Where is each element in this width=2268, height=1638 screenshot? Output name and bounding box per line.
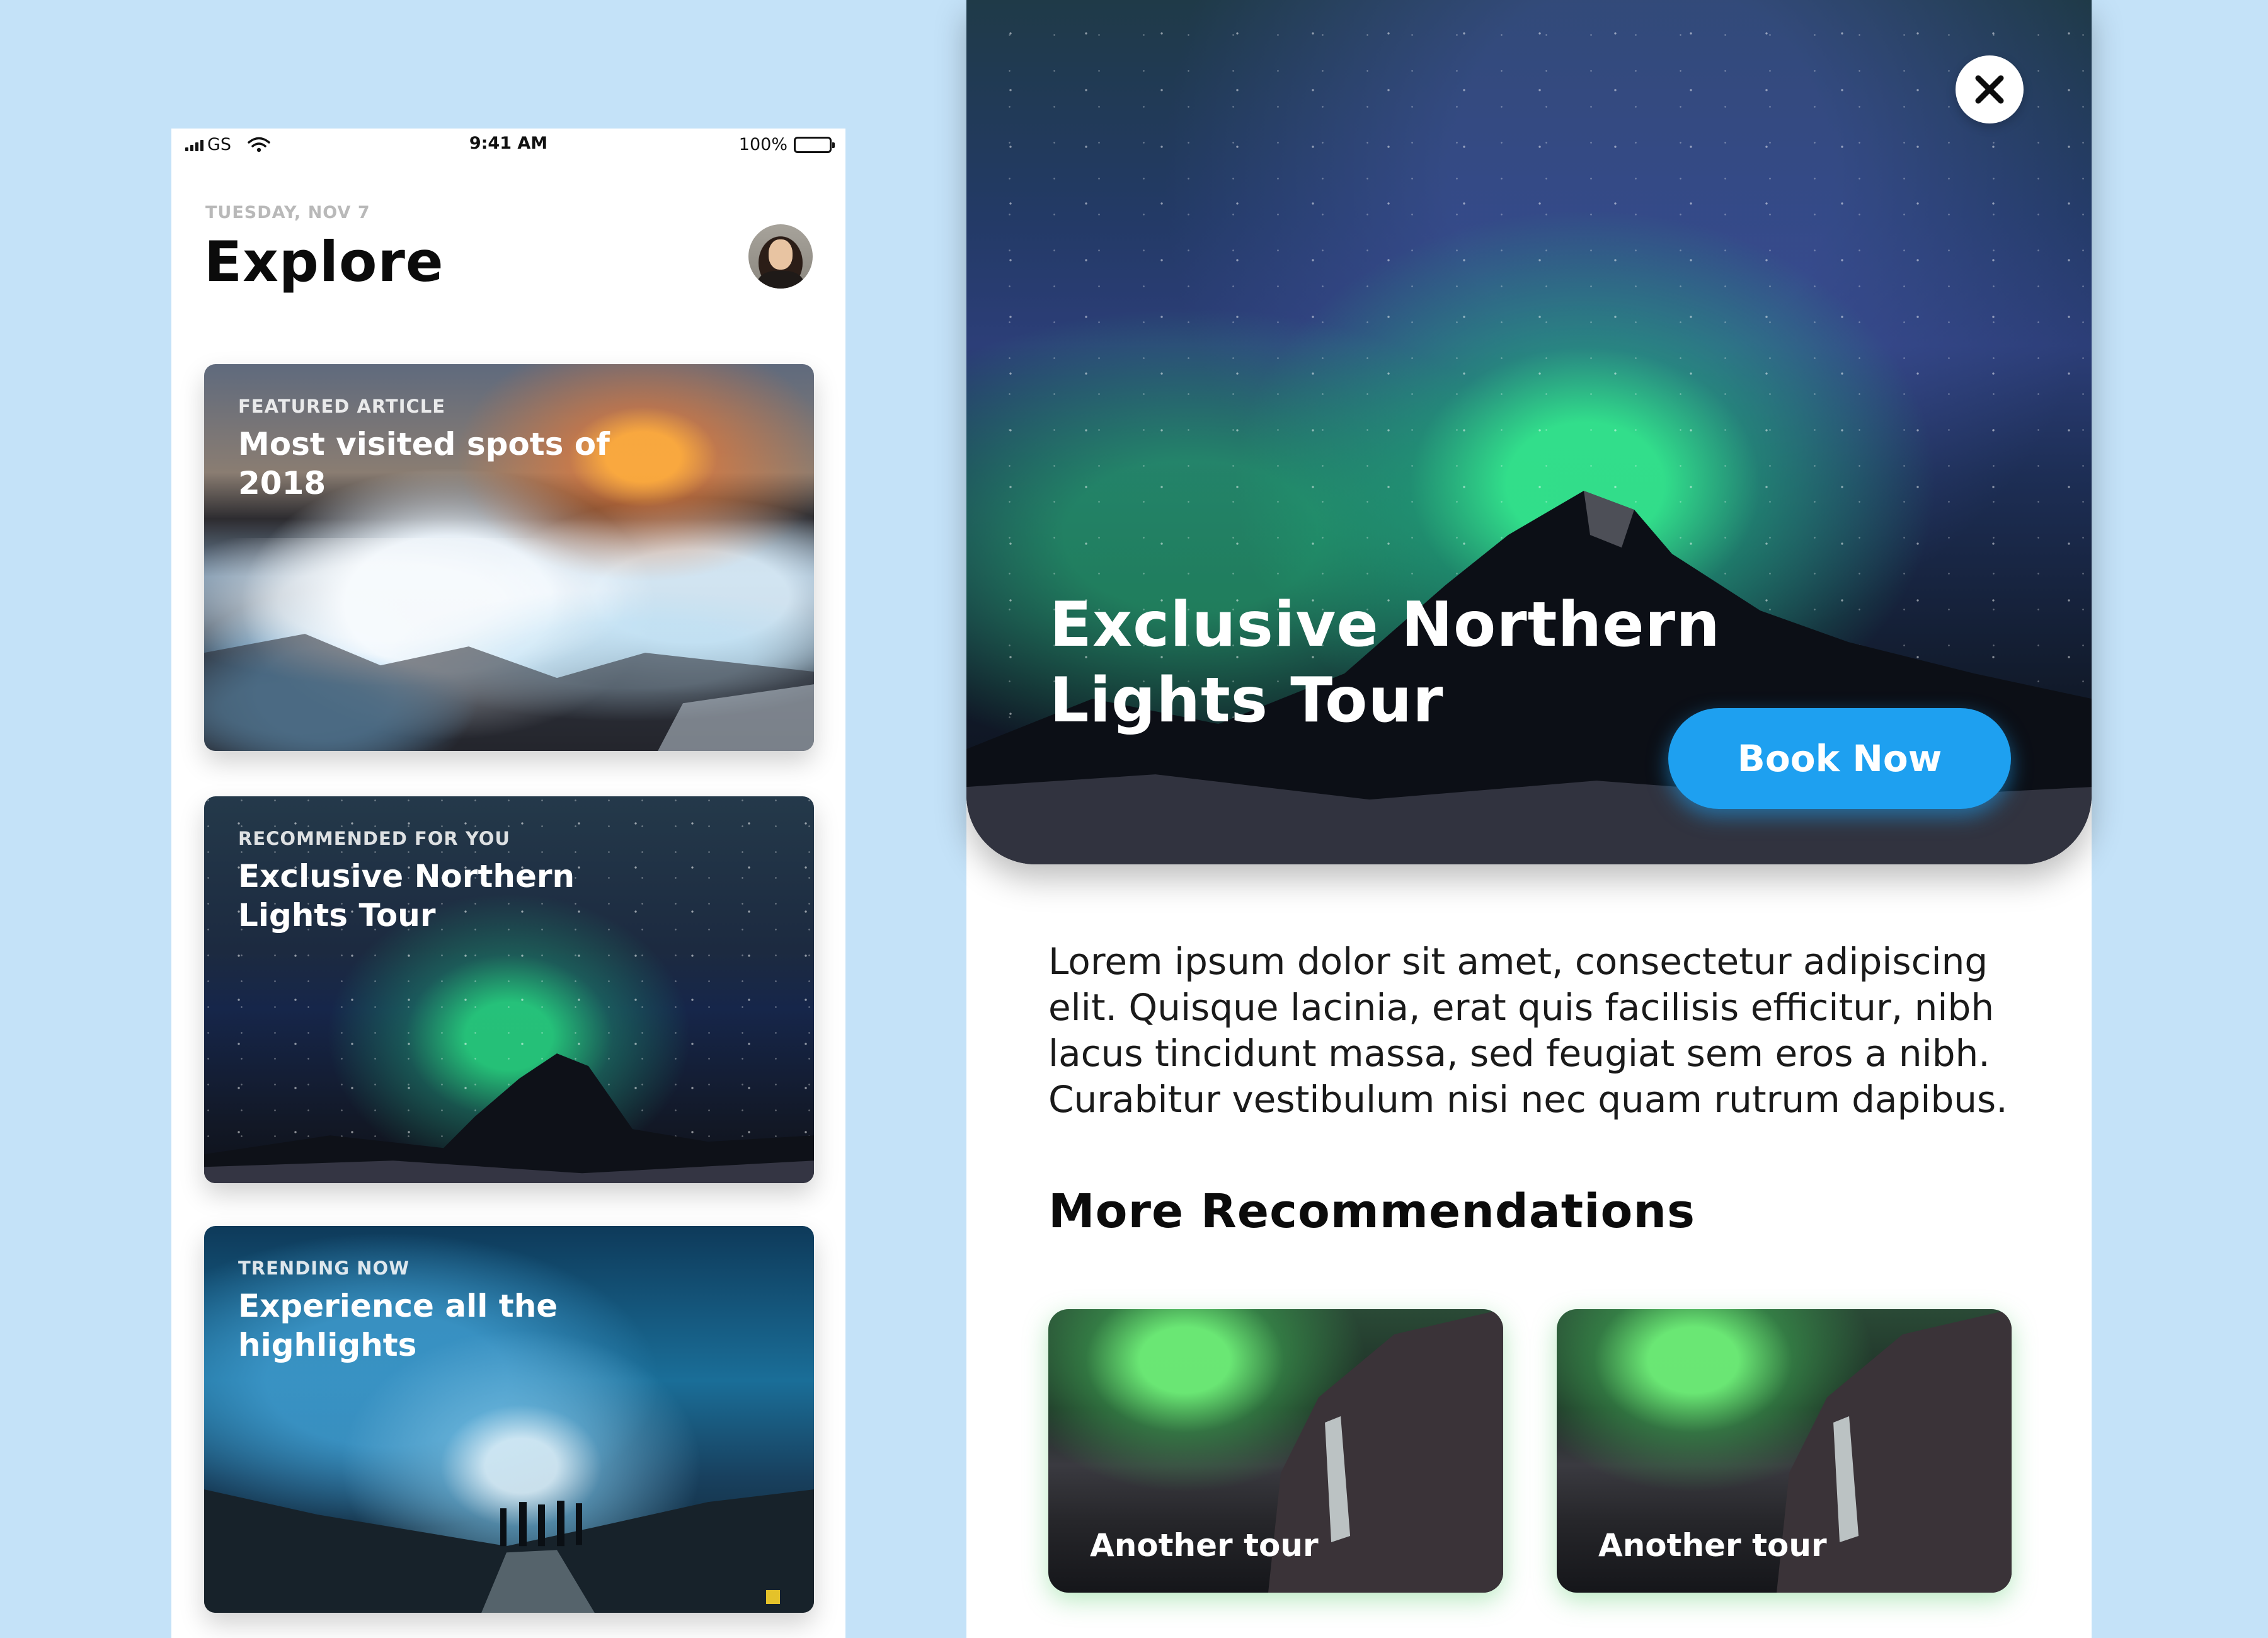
- status-bar: GS 9:41 AM 100%: [171, 129, 845, 160]
- recommendation-card[interactable]: Another tour: [1557, 1309, 2012, 1593]
- recommendation-label: Another tour: [1090, 1527, 1319, 1564]
- watermark-logo: [766, 1588, 804, 1606]
- battery-icon: [794, 136, 835, 153]
- status-right: 100%: [738, 135, 835, 154]
- page-title: Explore: [204, 229, 444, 294]
- card-title: Exclusive Northern Lights Tour: [238, 858, 575, 934]
- card-title: Most visited spots of 2018: [238, 426, 610, 501]
- close-button[interactable]: [1956, 55, 2024, 123]
- tour-detail-screen: Exclusive Northern Lights Tour Book Now …: [966, 0, 2092, 1638]
- featured-article-card[interactable]: FEATURED ARTICLE Most visited spots of 2…: [204, 364, 814, 751]
- cave-floor-shape: [204, 1489, 814, 1613]
- tour-description: Lorem ipsum dolor sit amet, consectetur …: [1048, 940, 2008, 1121]
- book-now-button[interactable]: Book Now: [1668, 708, 2011, 809]
- card-eyebrow: RECOMMENDED FOR YOU: [238, 828, 510, 849]
- date-label: TUESDAY, NOV 7: [205, 203, 370, 222]
- rocks-shape: [204, 633, 814, 751]
- battery-percent: 100%: [738, 135, 788, 154]
- recommendation-label: Another tour: [1598, 1527, 1827, 1564]
- hero-image: Exclusive Northern Lights Tour Book Now: [966, 0, 2092, 864]
- recommended-card[interactable]: RECOMMENDED FOR YOU Exclusive Northern L…: [204, 796, 814, 1183]
- close-icon: [1975, 75, 2004, 104]
- avatar[interactable]: [748, 224, 813, 289]
- card-title: Experience all the highlights: [238, 1288, 558, 1363]
- card-eyebrow: TRENDING NOW: [238, 1257, 410, 1279]
- recommendation-card[interactable]: Another tour: [1048, 1309, 1503, 1593]
- card-eyebrow: FEATURED ARTICLE: [238, 396, 446, 417]
- trending-card[interactable]: TRENDING NOW Experience all the highligh…: [204, 1226, 814, 1613]
- mountain-shape: [204, 1053, 814, 1183]
- section-title: More Recommendations: [1048, 1184, 1696, 1239]
- hero-title: Exclusive Northern Lights Tour: [1050, 589, 1721, 736]
- explore-screen: GS 9:41 AM 100% TUESDAY, NOV 7 Explore F…: [171, 129, 845, 1638]
